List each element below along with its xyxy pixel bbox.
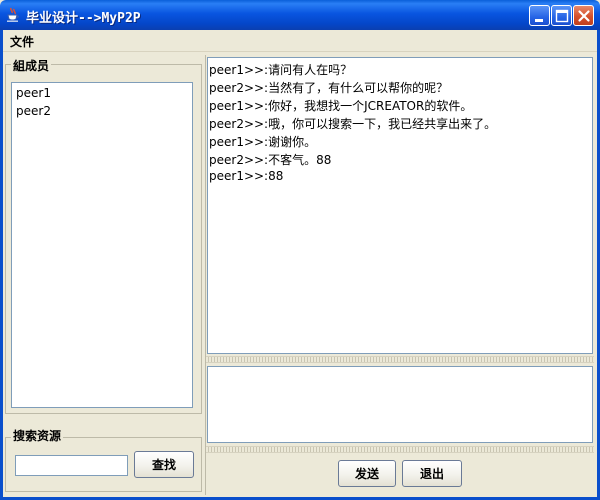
search-group-title: 搜索资源: [11, 427, 64, 444]
member-item[interactable]: peer1: [16, 86, 51, 100]
menu-file[interactable]: 文件: [10, 33, 34, 50]
app-window: 毕业设计-->MyP2P 文件 組成员 peer1 peer2 搜索资源 查找: [0, 0, 600, 500]
minimize-button[interactable]: [529, 5, 550, 26]
message-input[interactable]: [207, 366, 593, 443]
exit-button[interactable]: 退出: [402, 460, 462, 487]
splitter-handle[interactable]: [206, 356, 594, 363]
close-icon: [578, 10, 590, 22]
members-group-title: 組成员: [11, 57, 52, 74]
close-button[interactable]: [573, 5, 594, 26]
member-list[interactable]: peer1 peer2: [11, 82, 193, 408]
chat-message: peer1>>:请问有人在吗？: [209, 63, 353, 77]
window-title: 毕业设计-->MyP2P: [26, 11, 141, 26]
member-item[interactable]: peer2: [16, 104, 51, 118]
chat-message: peer1>>:谢谢你。: [209, 135, 317, 149]
window-border: [0, 30, 3, 500]
maximize-button[interactable]: [551, 5, 572, 26]
java-cup-icon[interactable]: [5, 7, 21, 23]
chat-message: peer1>>:你好，我想找一个JCREATOR的软件。: [209, 99, 473, 113]
chat-message: peer2>>:当然有了，有什么可以帮你的呢？: [209, 81, 449, 95]
maximize-icon: [555, 9, 569, 23]
search-button[interactable]: 查找: [134, 451, 194, 478]
minimize-icon: [535, 19, 543, 22]
menu-bar: 文件: [0, 30, 600, 52]
chat-message: peer2>>:不客气。88: [209, 153, 332, 167]
chat-history[interactable]: peer1>>:请问有人在吗？ peer2>>:当然有了，有什么可以帮你的呢？ …: [207, 57, 593, 354]
title-bar[interactable]: 毕业设计-->MyP2P: [0, 0, 600, 30]
chat-message: peer2>>:哦，你可以搜索一下，我已经共享出来了。: [209, 117, 497, 131]
search-input[interactable]: [15, 455, 128, 476]
splitter-handle[interactable]: [206, 446, 594, 453]
send-button[interactable]: 发送: [338, 460, 396, 487]
chat-message: peer1>>:88: [209, 169, 284, 183]
